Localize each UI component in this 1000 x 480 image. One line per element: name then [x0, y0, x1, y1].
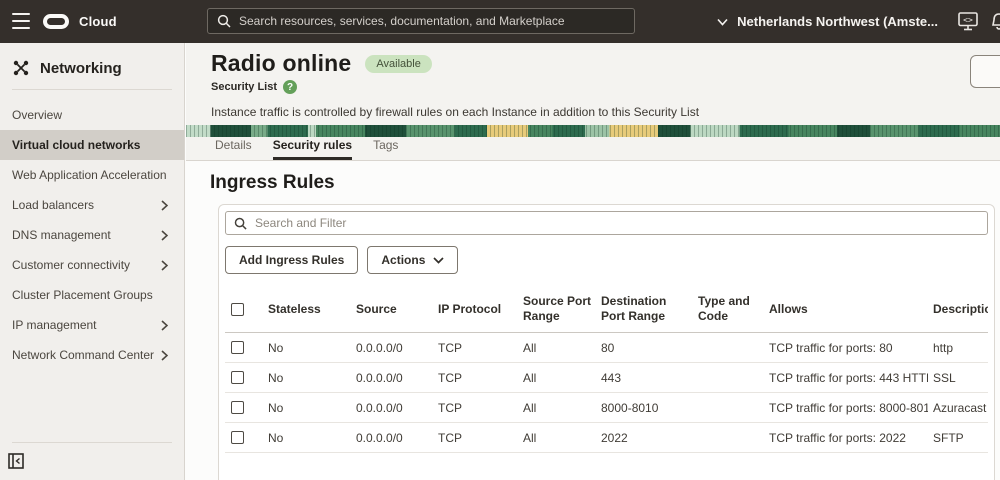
row-checkbox[interactable] — [231, 401, 244, 414]
global-search[interactable] — [207, 8, 635, 34]
page-title: Radio online — [211, 50, 352, 76]
brand[interactable]: Cloud — [43, 0, 117, 43]
notifications-bell-icon[interactable] — [989, 12, 1000, 34]
sidebar-title: Networking — [40, 59, 122, 77]
oracle-logo-icon — [43, 14, 69, 29]
sidebar: Networking Overview Virtual cloud networ… — [0, 43, 185, 480]
svg-text:<>: <> — [963, 16, 973, 25]
filter-input[interactable] — [255, 216, 979, 230]
sidebar-nav: Overview Virtual cloud networks Web Appl… — [0, 100, 184, 370]
add-ingress-rules-button[interactable]: Add Ingress Rules — [225, 246, 359, 274]
col-allows: Allows — [769, 301, 808, 316]
col-type-and-code: Type and Code — [698, 294, 750, 323]
tab-security-rules[interactable]: Security rules — [272, 138, 353, 160]
divider — [12, 442, 172, 443]
tab-details[interactable]: Details — [215, 138, 252, 160]
table-header-row: Stateless Source IP Protocol Source Port… — [225, 286, 988, 333]
status-badge: Available — [365, 54, 432, 73]
main-content: Radio online Available Security List ? I… — [186, 43, 1000, 480]
page-header: Radio online Available Security List ? I… — [186, 43, 1000, 125]
actions-button[interactable]: Actions — [367, 246, 459, 274]
chevron-right-icon — [161, 319, 168, 331]
row-checkbox[interactable] — [231, 341, 244, 354]
col-source: Source — [356, 301, 397, 316]
global-search-input[interactable] — [239, 14, 625, 28]
sidebar-footer — [0, 442, 184, 480]
row-checkbox[interactable] — [231, 371, 244, 384]
chevron-down-icon — [433, 256, 444, 264]
col-source-port-range: Source Port Range — [523, 294, 592, 323]
col-stateless: Stateless — [268, 301, 321, 316]
topbar: Cloud Netherlands Northwest (Amste... <> — [0, 0, 1000, 43]
sidebar-header: Networking — [0, 43, 184, 89]
sidebar-item-overview[interactable]: Overview — [0, 100, 184, 130]
chevron-right-icon — [161, 199, 168, 211]
col-destination-port-range: Destination Port Range — [601, 294, 667, 323]
sidebar-item-virtual-cloud-networks[interactable]: Virtual cloud networks — [0, 130, 184, 160]
cloud-shell-icon[interactable]: <> — [958, 12, 978, 34]
sidebar-item-customer-connectivity[interactable]: Customer connectivity — [0, 250, 184, 280]
chevron-right-icon — [161, 229, 168, 241]
chevron-right-icon — [161, 259, 168, 271]
networking-icon — [13, 60, 29, 76]
table-row: No 0.0.0.0/0 TCP All 8000-8010 TCP traff… — [225, 393, 988, 423]
tab-tags[interactable]: Tags — [373, 138, 398, 160]
select-all-checkbox[interactable] — [231, 302, 244, 316]
filter-box[interactable] — [225, 211, 988, 235]
sidebar-item-dns-management[interactable]: DNS management — [0, 220, 184, 250]
header-action-button-cutoff[interactable] — [970, 55, 1000, 88]
collapse-sidebar-icon[interactable] — [8, 453, 24, 472]
table-row: No 0.0.0.0/0 TCP All 2022 TCP traffic fo… — [225, 423, 988, 453]
search-icon — [217, 14, 231, 28]
chevron-right-icon — [161, 349, 168, 361]
page-description: Instance traffic is controlled by firewa… — [211, 105, 700, 119]
tabbar: Details Security rules Tags — [186, 137, 1000, 161]
section-title: Ingress Rules — [210, 172, 335, 193]
row-checkbox[interactable] — [231, 431, 244, 444]
sidebar-item-web-application-acceleration[interactable]: Web Application Acceleration — [0, 160, 184, 190]
ingress-rules-card: Add Ingress Rules Actions Stateless Sour… — [218, 204, 995, 480]
sidebar-item-load-balancers[interactable]: Load balancers — [0, 190, 184, 220]
help-icon[interactable]: ? — [283, 80, 298, 94]
region-selector[interactable]: Netherlands Northwest (Amste... — [717, 0, 938, 43]
divider — [12, 89, 172, 90]
sidebar-item-cluster-placement-groups[interactable]: Cluster Placement Groups — [0, 280, 184, 310]
sidebar-item-ip-management[interactable]: IP management — [0, 310, 184, 340]
brand-label: Cloud — [79, 14, 117, 29]
sidebar-item-network-command-center[interactable]: Network Command Center — [0, 340, 184, 370]
col-description: Description — [933, 301, 988, 316]
chevron-down-icon — [717, 18, 728, 26]
hamburger-menu-icon[interactable] — [12, 13, 30, 29]
search-icon — [234, 217, 247, 230]
col-ip-protocol: IP Protocol — [438, 301, 502, 316]
decorative-banner-image — [186, 125, 1000, 137]
table-row: No 0.0.0.0/0 TCP All 80 TCP traffic for … — [225, 333, 988, 363]
ingress-rules-table: Stateless Source IP Protocol Source Port… — [225, 286, 988, 453]
resource-type-label: Security List — [211, 81, 278, 93]
region-label: Netherlands Northwest (Amste... — [737, 14, 938, 29]
table-row: No 0.0.0.0/0 TCP All 443 TCP traffic for… — [225, 363, 988, 393]
tab-content: Ingress Rules Add Ingress Rules Actions — [186, 161, 1000, 480]
